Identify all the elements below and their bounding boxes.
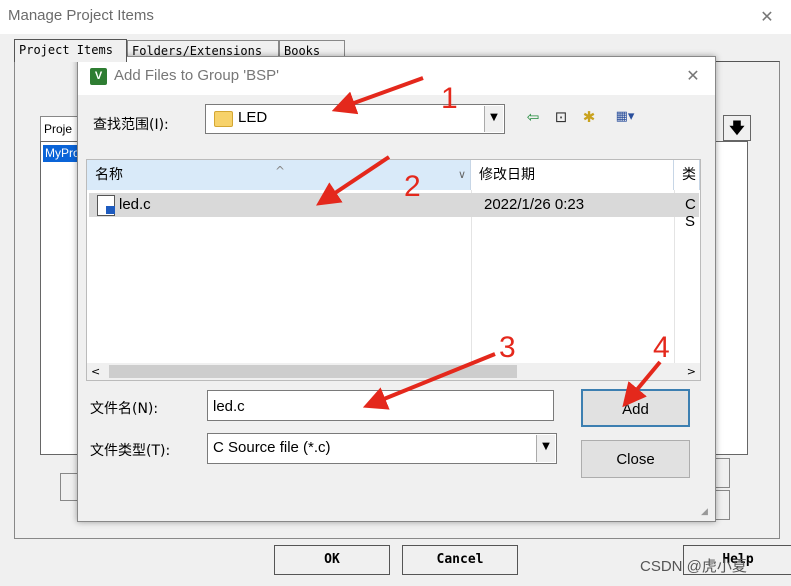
column-type-header[interactable]: 类型 [674,160,700,190]
outer-title-bar: Manage Project Items ✕ [0,0,791,34]
chevron-down-icon[interactable]: ▼ [536,435,555,462]
look-in-value: LED [238,109,268,126]
scrollbar-thumb[interactable] [109,365,517,378]
dialog-title: Add Files to Group 'BSP' [114,67,279,84]
outer-window-title: Manage Project Items [8,7,154,24]
outer-close-icon[interactable]: ✕ [756,6,778,28]
move-down-button[interactable]: 🡇 [723,115,751,141]
look-in-label: 查找范围(I): [93,117,169,133]
column-filter-icon[interactable]: ∨ [458,160,466,190]
ok-button[interactable]: OK [274,545,390,575]
new-folder-icon[interactable]: ✱ [579,107,599,127]
file-name: led.c [119,196,151,213]
up-folder-icon[interactable]: ⊡ [551,107,571,127]
scroll-right-icon[interactable]: > [687,363,696,380]
view-menu-icon[interactable]: ▦▾ [608,107,642,127]
column-modified-header[interactable]: 修改日期 [471,160,674,190]
app-icon: V [90,68,107,85]
annotation-number-4: 4 [653,331,670,364]
annotation-number-3: 3 [499,331,516,364]
add-files-dialog: V Add Files to Group 'BSP' ✕ 查找范围(I): LE… [77,56,716,522]
file-name-label: 文件名(N): [90,401,159,417]
file-type: C S [685,196,696,230]
project-targets-list[interactable]: MyPro [40,141,81,455]
add-button[interactable]: Add [581,389,690,427]
cancel-button[interactable]: Cancel [402,545,518,575]
file-type-value: C Source file (*.c) [213,439,331,456]
resize-grip-icon[interactable]: ◢ [701,507,713,519]
dialog-title-bar: V Add Files to Group 'BSP' ✕ [78,57,715,95]
folder-icon [214,111,233,127]
dialog-close-icon[interactable]: ✕ [682,65,704,87]
back-icon[interactable]: ⇦ [523,107,543,127]
horizontal-scrollbar[interactable]: < > [87,363,700,380]
file-modified: 2022/1/26 0:23 [484,196,585,213]
project-target-item[interactable]: MyPro [43,145,81,162]
c-file-icon [97,195,115,216]
annotation-number-2: 2 [404,170,421,203]
sort-ascending-icon: ^ [275,164,286,178]
files-list[interactable] [712,141,748,455]
file-name-input[interactable]: led.c [207,390,554,421]
file-list[interactable]: 名称 ^ ∨ 修改日期 类型 led.c 2022/1/26 0:23 C S … [86,159,701,381]
look-in-dropdown[interactable]: LED ▼ [205,104,505,134]
scroll-left-icon[interactable]: < [91,363,100,380]
file-type-dropdown[interactable]: C Source file (*.c) ▼ [207,433,557,464]
arrow-down-icon: 🡇 [729,119,745,137]
column-name-label: 名称 [95,167,123,183]
chevron-down-icon[interactable]: ▼ [484,106,503,132]
file-row[interactable]: led.c 2022/1/26 0:23 C S [89,193,699,230]
tab-project-items[interactable]: Project Items [14,39,127,62]
close-button[interactable]: Close [581,440,690,478]
annotation-number-1: 1 [441,82,458,115]
watermark: CSDN @虎小夏 [640,558,747,575]
file-type-label: 文件类型(T): [90,443,171,459]
